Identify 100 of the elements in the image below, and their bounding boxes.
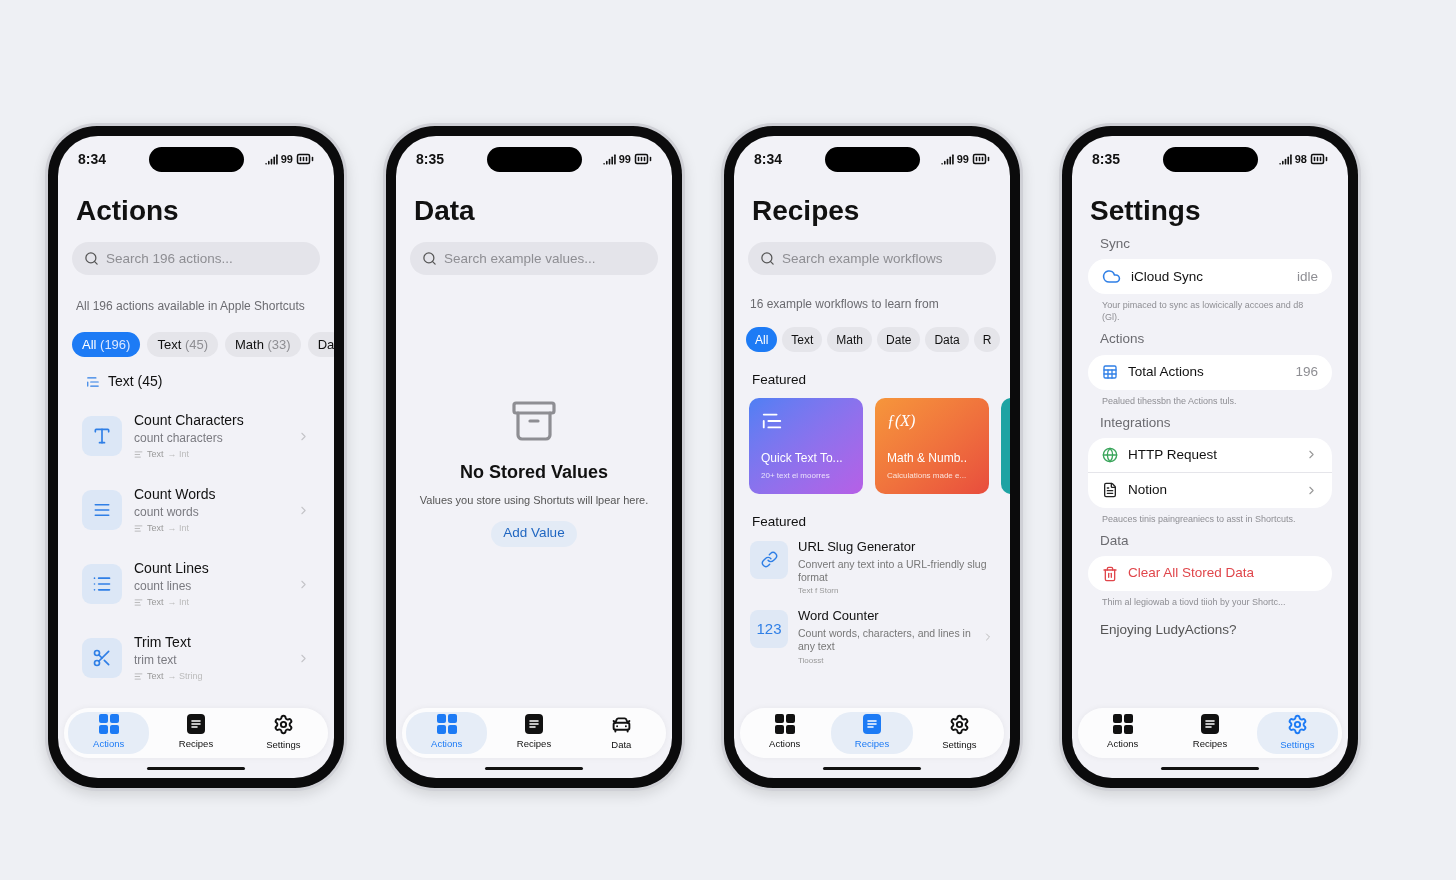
battery-percent: 98 <box>1294 151 1307 167</box>
grid-icon <box>436 714 457 735</box>
input-type: Text <box>147 671 164 683</box>
tab[interactable]: Data <box>580 712 662 754</box>
function-glyph: ƒ(X) <box>887 411 917 432</box>
action-title: Count Lines <box>134 559 210 578</box>
recipe-title: URL Slug Generator <box>798 538 917 555</box>
status-time: 8:35 <box>1092 149 1122 169</box>
filter-chip[interactable]: Math <box>827 327 873 352</box>
status-time: 8:34 <box>78 149 108 169</box>
filter-chip[interactable]: R <box>973 327 1001 352</box>
signal-icon <box>940 152 954 166</box>
group-footer: Peauces tinis paingreaniecs to asst in Shortcuts. <box>1088 512 1332 525</box>
signal-icon <box>264 152 278 166</box>
featured-card[interactable]: Quick Text To... 20+ text ei moorres <box>749 398 863 495</box>
tab[interactable]: Actions <box>68 712 150 754</box>
subtitle: All 196 actions available in Apple Shortcuts <box>75 298 306 315</box>
trash-icon <box>1102 565 1118 582</box>
grid-icon <box>774 714 795 735</box>
action-title: Count Words <box>134 485 217 504</box>
row-label: HTTP Request <box>1128 445 1219 464</box>
settings-row[interactable]: iCloud Sync idle <box>1088 259 1332 295</box>
filter-chip[interactable]: Da <box>307 332 334 357</box>
battery-percent: 99 <box>618 151 631 167</box>
settings-row[interactable]: Notion <box>1088 472 1332 508</box>
input-type: Text <box>147 597 164 609</box>
text-icon <box>86 374 100 389</box>
group-header: Data <box>1099 531 1130 550</box>
action-title: Trim Text <box>134 633 192 652</box>
tab[interactable]: Actions <box>744 712 826 754</box>
input-type: Text <box>147 449 164 461</box>
filter-chip[interactable]: Text (45) <box>147 332 218 357</box>
group-header: Actions <box>1099 330 1146 349</box>
recipe-meta: Tioosst <box>798 655 825 666</box>
document-icon <box>187 714 205 735</box>
filter-chip[interactable]: Math (33) <box>225 332 301 357</box>
tab[interactable]: Settings <box>242 712 324 754</box>
gear-icon <box>1286 713 1308 735</box>
card-subtitle: Calculations made e... <box>887 470 968 483</box>
recipe-title: Word Counter <box>798 608 880 625</box>
filter-chip[interactable]: All (196) <box>72 332 141 357</box>
document-icon <box>1102 482 1118 499</box>
number-glyph: 123 <box>756 618 782 639</box>
settings-row[interactable]: HTTP Request <box>1088 437 1332 473</box>
tab[interactable]: Settings <box>918 712 1000 754</box>
row-label: Notion <box>1128 481 1169 500</box>
tab[interactable]: Recipes <box>155 712 237 754</box>
tab[interactable]: Recipes <box>493 712 575 754</box>
grid-icon <box>98 714 119 735</box>
recipe-row[interactable]: URL Slug Generator Convert any text into a URL-friendly slug format Text f Storn <box>750 538 994 596</box>
signal-icon <box>602 152 616 166</box>
row-label: Clear All Stored Data <box>1128 564 1256 583</box>
search-icon <box>760 251 775 266</box>
tab[interactable]: Actions <box>406 712 488 754</box>
action-subtitle: count words <box>134 505 200 521</box>
action-subtitle: count characters <box>134 431 224 447</box>
card-subtitle: 20+ text ei moorres <box>761 470 831 483</box>
type-icon <box>134 450 143 460</box>
settings-row[interactable]: Total Actions 196 <box>1088 354 1332 390</box>
tab[interactable]: Settings <box>1256 712 1338 754</box>
document-icon <box>525 714 543 735</box>
group-footer: Pealued tihessbn the Actions tuls. <box>1088 394 1332 407</box>
recipe-row[interactable]: 123 Word Counter Count words, characters, and lines in any text Tioosst <box>750 608 994 666</box>
battery-percent: 99 <box>956 151 969 167</box>
settings-row[interactable]: Clear All Stored Data <box>1088 556 1332 591</box>
filter-chip[interactable]: Text <box>782 327 823 352</box>
row-label: Total Actions <box>1128 362 1205 381</box>
add-value-button[interactable]: Add Value <box>491 520 577 547</box>
filter-chip[interactable]: Data <box>925 327 969 352</box>
gear-icon <box>948 713 970 735</box>
search-field[interactable]: Search example values... <box>410 242 658 275</box>
type-icon <box>134 672 143 682</box>
recipe-description: Count words, characters, and lines in any text <box>798 627 972 654</box>
section-heading: Text (45) <box>108 372 163 391</box>
list-icon <box>92 574 112 594</box>
action-subtitle: count lines <box>134 579 193 595</box>
search-field[interactable]: Search example workflows <box>748 242 996 275</box>
subtitle: 16 example workflows to learn from <box>749 296 940 313</box>
tab[interactable]: Recipes <box>831 712 913 754</box>
document-icon <box>1201 714 1219 735</box>
group-footer: Thim al legiowab a tiovd tiioh by your Shortc... <box>1088 596 1332 608</box>
battery-percent: 99 <box>280 151 293 167</box>
signal-icon <box>1278 152 1292 166</box>
tab[interactable]: Actions <box>1082 712 1164 754</box>
search-field[interactable]: Search 196 actions... <box>72 242 320 275</box>
tab[interactable]: Recipes <box>1169 712 1251 754</box>
filter-chip[interactable]: Date <box>877 327 921 352</box>
document-icon <box>863 714 881 735</box>
recipe-description: Convert any text into a URL-friendly slug format <box>798 557 988 584</box>
search-icon <box>84 251 99 266</box>
row-value: 196 <box>1295 362 1318 381</box>
type-icon <box>134 524 143 534</box>
page-title: Data <box>413 194 476 228</box>
action-title: Count Characters <box>134 411 245 430</box>
status-time: 8:35 <box>416 149 446 169</box>
table-icon <box>1102 364 1118 380</box>
page-title: Settings <box>1089 194 1202 228</box>
link-icon <box>760 551 778 568</box>
scissors-icon <box>92 648 112 668</box>
filter-chip[interactable]: All <box>746 327 778 352</box>
